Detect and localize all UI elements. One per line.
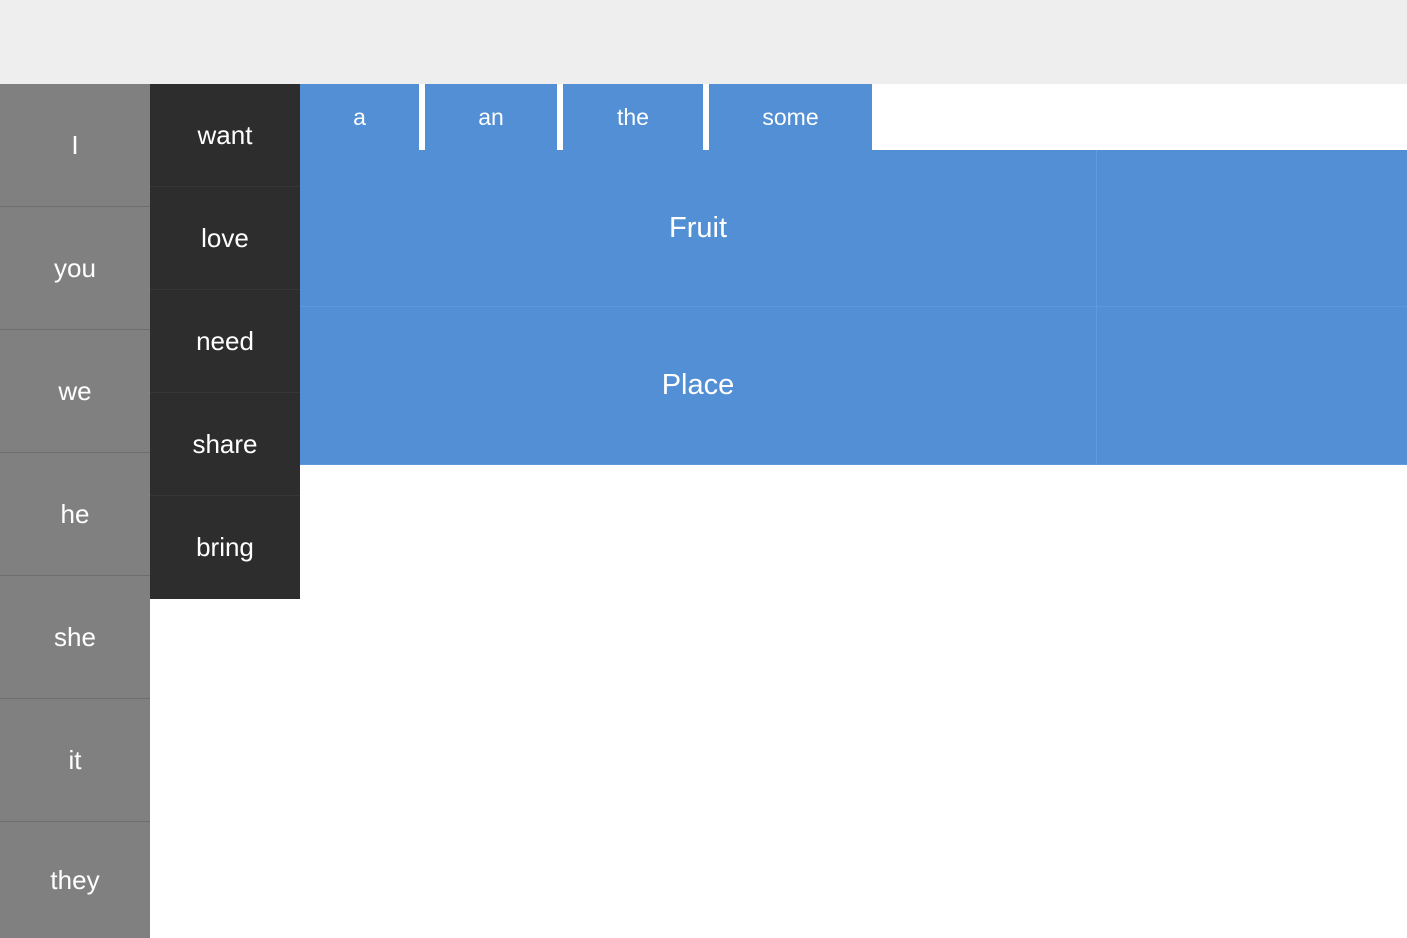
verb-button-want[interactable]: want bbox=[150, 84, 300, 187]
pronoun-button-we[interactable]: we bbox=[0, 330, 150, 453]
verb-column: want love need share bring bbox=[150, 84, 300, 599]
category-label-fruit: Fruit bbox=[300, 150, 1097, 306]
article-button-a[interactable]: a bbox=[300, 84, 419, 150]
pronoun-column: I you we he she it they bbox=[0, 84, 150, 938]
category-empty-cell bbox=[1097, 307, 1407, 464]
article-button-an[interactable]: an bbox=[425, 84, 557, 150]
verb-button-need[interactable]: need bbox=[150, 290, 300, 393]
verb-button-share[interactable]: share bbox=[150, 393, 300, 496]
category-label-place: Place bbox=[300, 307, 1097, 464]
category-row-place[interactable]: Place bbox=[300, 307, 1407, 465]
pronoun-button-i[interactable]: I bbox=[0, 84, 150, 207]
article-button-the[interactable]: the bbox=[563, 84, 703, 150]
category-empty-cell bbox=[1097, 150, 1407, 306]
pronoun-button-you[interactable]: you bbox=[0, 207, 150, 330]
verb-button-bring[interactable]: bring bbox=[150, 496, 300, 599]
pronoun-button-it[interactable]: it bbox=[0, 699, 150, 822]
category-row-fruit[interactable]: Fruit bbox=[300, 150, 1407, 307]
verb-button-love[interactable]: love bbox=[150, 187, 300, 290]
article-button-some[interactable]: some bbox=[709, 84, 872, 150]
pronoun-button-they[interactable]: they bbox=[0, 822, 150, 938]
pronoun-button-she[interactable]: she bbox=[0, 576, 150, 699]
top-bar bbox=[0, 0, 1407, 84]
pronoun-button-he[interactable]: he bbox=[0, 453, 150, 576]
